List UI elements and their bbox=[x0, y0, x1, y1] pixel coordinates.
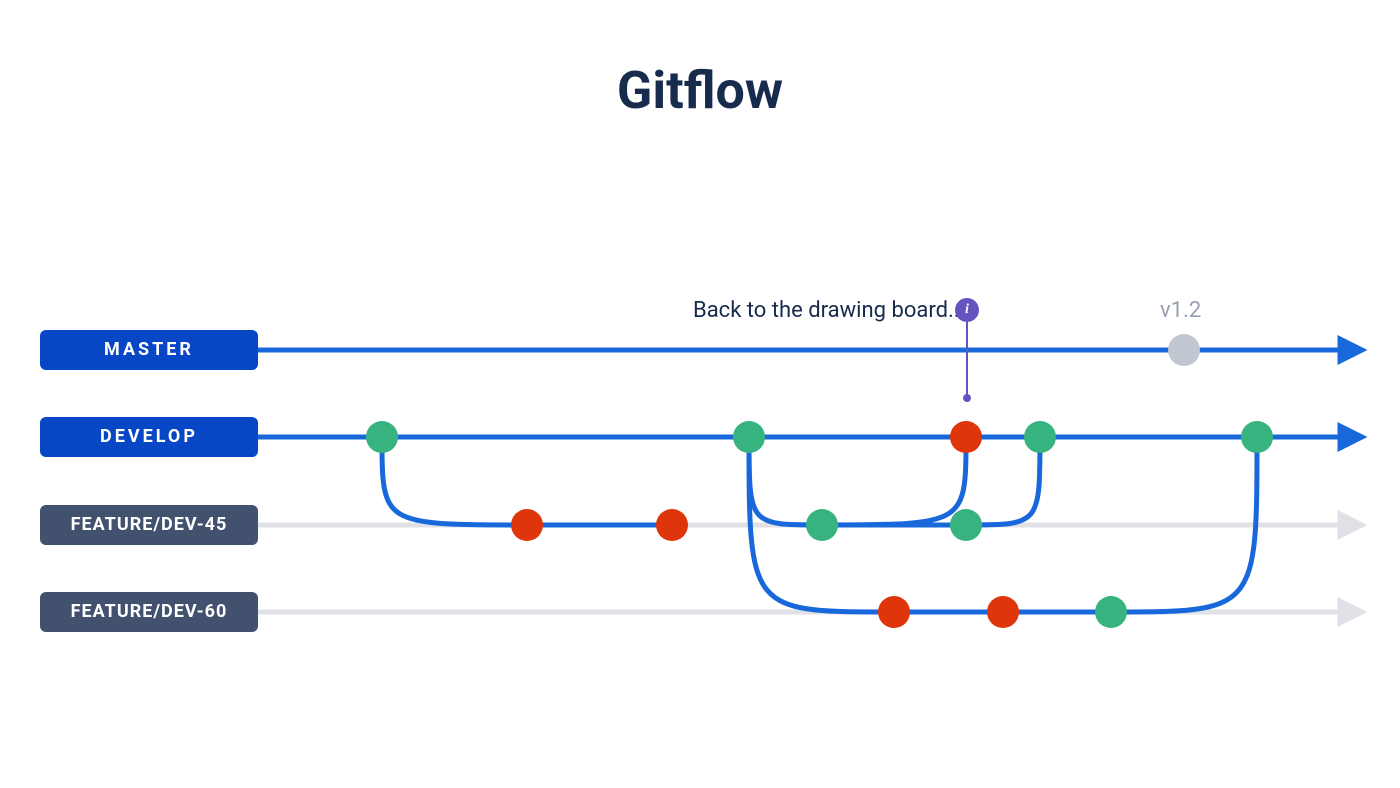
commit-f60b bbox=[987, 596, 1019, 628]
commit-f45c bbox=[806, 509, 838, 541]
link-d2-f45c bbox=[749, 437, 822, 525]
gitflow-diagram bbox=[0, 0, 1400, 788]
commit-d4 bbox=[1024, 421, 1056, 453]
commit-f45b bbox=[656, 509, 688, 541]
commit-d3 bbox=[950, 421, 982, 453]
commit-f60c bbox=[1095, 596, 1127, 628]
commit-f45d bbox=[950, 509, 982, 541]
commit-m1 bbox=[1168, 334, 1200, 366]
commit-f60a bbox=[878, 596, 910, 628]
commit-f45a bbox=[511, 509, 543, 541]
link-f45d-d4 bbox=[966, 437, 1040, 525]
annotation-drop-dot bbox=[963, 394, 971, 402]
commit-d1 bbox=[366, 421, 398, 453]
commit-d5 bbox=[1241, 421, 1273, 453]
link-d1-f45a bbox=[382, 437, 527, 525]
link-f45c-d3 bbox=[822, 437, 966, 525]
commit-d2 bbox=[733, 421, 765, 453]
